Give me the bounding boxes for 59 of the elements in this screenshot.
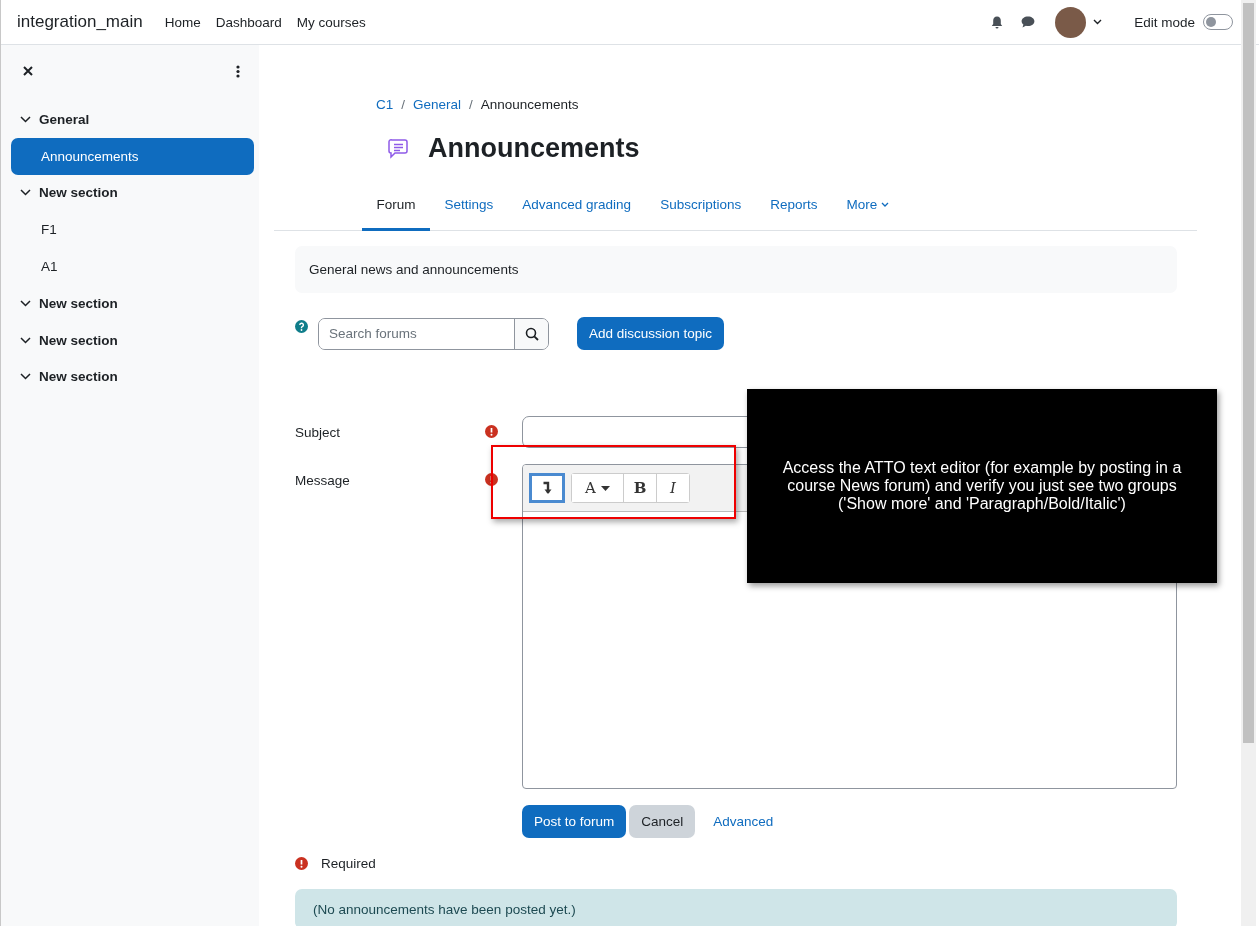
tab[interactable]: Subscriptions xyxy=(645,181,756,231)
edit-mode-toggle[interactable] xyxy=(1203,14,1233,30)
scrollbar[interactable] xyxy=(1241,0,1256,926)
caret-icon xyxy=(600,485,610,491)
breadcrumb-separator: / xyxy=(469,96,473,112)
tab[interactable]: Reports xyxy=(755,181,832,231)
info-notice: (No announcements have been posted yet.) xyxy=(295,889,1177,926)
add-discussion-button[interactable]: Add discussion topic xyxy=(577,317,725,350)
search-icon xyxy=(524,326,539,341)
kebab-menu-icon[interactable] xyxy=(236,64,240,78)
breadcrumb-link[interactable]: General xyxy=(413,96,462,112)
forum-description: General news and announcements xyxy=(295,246,1177,293)
breadcrumb-separator: / xyxy=(401,96,406,112)
annotation-tooltip: Access the ATTO text editor (for example by posting in a course News forum) and verify you just see two groups ('Show more' and 'Paragraph/Bold/Italic') xyxy=(747,389,1217,583)
sidebar-item[interactable]: F1 xyxy=(11,211,254,249)
sidebar-item[interactable]: A1 xyxy=(11,248,254,286)
breadcrumb-current: Announcements xyxy=(480,96,579,112)
nav-link[interactable]: Home xyxy=(164,14,201,30)
caret-icon xyxy=(881,202,890,207)
edit-mode-label: Edit mode xyxy=(1134,14,1195,30)
field-label: Message xyxy=(295,472,351,490)
search-button[interactable] xyxy=(514,318,548,349)
close-icon[interactable] xyxy=(23,66,33,76)
chat-icon[interactable] xyxy=(1021,16,1036,28)
required-icon xyxy=(295,857,308,870)
nav-link[interactable]: My courses xyxy=(296,14,366,30)
tab[interactable]: Forum xyxy=(362,181,430,231)
help-icon[interactable] xyxy=(295,320,308,333)
chevron-down-icon[interactable] xyxy=(20,373,31,381)
nav-link[interactable]: Dashboard xyxy=(215,14,282,30)
sidebar-item[interactable]: Announcements xyxy=(11,137,254,175)
arrow-down-icon xyxy=(542,481,552,495)
field-label: Subject xyxy=(295,424,342,442)
chevron-down-icon[interactable] xyxy=(20,300,31,307)
search-field[interactable]: Search forums xyxy=(318,317,549,350)
section-title[interactable]: New section xyxy=(39,185,118,201)
chevron-down-icon[interactable] xyxy=(20,115,31,123)
chevron-down-icon[interactable] xyxy=(20,189,31,197)
section-title[interactable]: General xyxy=(39,111,90,127)
avatar[interactable] xyxy=(1055,6,1087,38)
advanced-link[interactable]: Advanced xyxy=(698,805,789,838)
cancel-button[interactable]: Cancel xyxy=(629,805,696,838)
tab[interactable]: Advanced grading xyxy=(507,181,646,231)
page-title: Announcements xyxy=(428,132,640,164)
forum-icon xyxy=(387,137,409,159)
section-title[interactable]: New section xyxy=(39,369,118,385)
caret-icon[interactable] xyxy=(1093,19,1103,25)
post-button[interactable]: Post to forum xyxy=(522,805,627,838)
site-name[interactable]: integration_main xyxy=(17,12,143,32)
required-note: Required xyxy=(321,856,376,871)
show-more-button[interactable] xyxy=(529,473,565,503)
italic-button[interactable]: I xyxy=(656,474,689,502)
bell-icon[interactable] xyxy=(991,15,1004,29)
tab[interactable]: Settings xyxy=(430,181,508,231)
breadcrumb-link[interactable]: C1 xyxy=(376,96,394,112)
section-title[interactable]: New section xyxy=(39,296,118,311)
section-title[interactable]: New section xyxy=(39,332,118,348)
chevron-down-icon[interactable] xyxy=(20,336,31,344)
tab[interactable]: More xyxy=(831,181,904,231)
